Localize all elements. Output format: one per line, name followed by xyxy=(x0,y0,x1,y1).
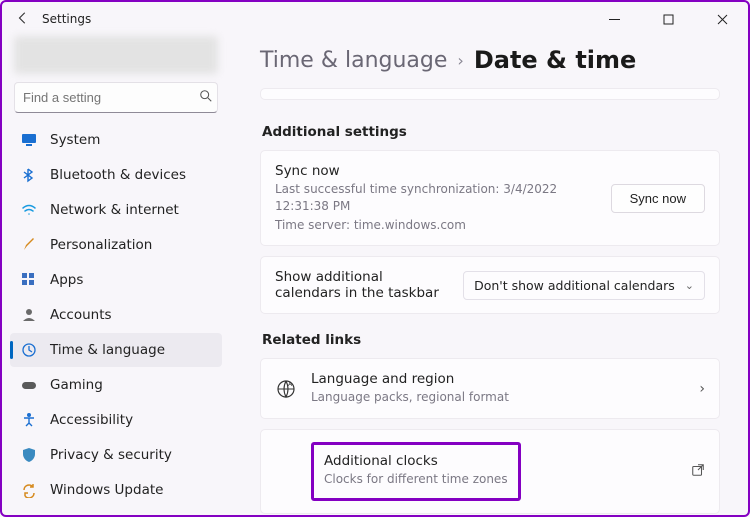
sidebar-item-label: Time & language xyxy=(50,342,165,358)
sidebar-item-label: Accessibility xyxy=(50,412,133,428)
chevron-down-icon: ⌄ xyxy=(685,279,694,292)
link-sub: Language packs, regional format xyxy=(311,389,685,406)
bluetooth-icon xyxy=(20,166,38,184)
chevron-right-icon: › xyxy=(457,51,463,70)
sidebar-item-privacy[interactable]: Privacy & security xyxy=(10,438,222,472)
profile-block[interactable] xyxy=(14,36,218,74)
sync-last-time: Last successful time synchronization: 3/… xyxy=(275,181,597,215)
accounts-icon xyxy=(20,306,38,324)
breadcrumb-current: Date & time xyxy=(474,46,637,74)
sidebar-item-accounts[interactable]: Accounts xyxy=(10,298,222,332)
globe-clock-icon xyxy=(20,341,38,359)
select-value: Don't show additional calendars xyxy=(474,278,675,293)
section-heading-related: Related links xyxy=(262,332,720,348)
additional-calendars-title: Show additional calendars in the taskbar xyxy=(275,269,449,301)
sync-title: Sync now xyxy=(275,163,597,179)
search-icon xyxy=(199,89,213,107)
search-input[interactable] xyxy=(23,90,199,105)
sidebar-item-time-language[interactable]: Time & language xyxy=(10,333,222,367)
sidebar-item-apps[interactable]: Apps xyxy=(10,263,222,297)
sidebar-item-accessibility[interactable]: Accessibility xyxy=(10,403,222,437)
maximize-button[interactable] xyxy=(646,4,690,34)
accessibility-icon xyxy=(20,411,38,429)
paintbrush-icon xyxy=(20,236,38,254)
link-title: Language and region xyxy=(311,371,685,387)
sidebar-item-system[interactable]: System xyxy=(10,123,222,157)
window-title: Settings xyxy=(42,12,91,26)
sidebar: System Bluetooth & devices Network & int… xyxy=(2,36,230,515)
system-icon xyxy=(20,131,38,149)
link-title: Additional clocks xyxy=(324,453,508,469)
chevron-right-icon: › xyxy=(699,381,705,397)
nav-list: System Bluetooth & devices Network & int… xyxy=(10,123,222,507)
collapsed-card[interactable] xyxy=(260,88,720,100)
sync-now-button[interactable]: Sync now xyxy=(611,184,705,213)
additional-clocks-link[interactable]: Additional clocks Clocks for different t… xyxy=(260,429,720,514)
sidebar-item-label: Privacy & security xyxy=(50,447,172,463)
highlight-annotation: Additional clocks Clocks for different t… xyxy=(311,442,521,501)
sidebar-item-network[interactable]: Network & internet xyxy=(10,193,222,227)
sidebar-item-label: Network & internet xyxy=(50,202,179,218)
open-external-icon xyxy=(691,462,705,481)
sidebar-item-label: Accounts xyxy=(50,307,112,323)
minimize-button[interactable] xyxy=(592,4,636,34)
sidebar-item-label: Bluetooth & devices xyxy=(50,167,186,183)
sidebar-item-label: Apps xyxy=(50,272,83,288)
link-sub: Clocks for different time zones xyxy=(324,471,508,488)
sidebar-item-bluetooth[interactable]: Bluetooth & devices xyxy=(10,158,222,192)
sidebar-item-label: Gaming xyxy=(50,377,103,393)
sidebar-item-gaming[interactable]: Gaming xyxy=(10,368,222,402)
gaming-icon xyxy=(20,376,38,394)
sidebar-item-windows-update[interactable]: Windows Update xyxy=(10,473,222,507)
sync-server: Time server: time.windows.com xyxy=(275,217,597,234)
wifi-icon xyxy=(20,201,38,219)
section-heading-additional: Additional settings xyxy=(262,124,720,140)
back-button[interactable] xyxy=(14,10,32,29)
language-icon: A xyxy=(275,378,297,400)
search-box[interactable] xyxy=(14,82,218,113)
apps-icon xyxy=(20,271,38,289)
breadcrumb-parent[interactable]: Time & language xyxy=(260,48,447,73)
sidebar-item-label: Personalization xyxy=(50,237,152,253)
shield-icon xyxy=(20,446,38,464)
close-button[interactable] xyxy=(700,4,744,34)
language-region-link[interactable]: A Language and region Language packs, re… xyxy=(260,358,720,419)
title-bar: Settings xyxy=(2,2,748,36)
additional-calendars-select[interactable]: Don't show additional calendars ⌄ xyxy=(463,271,705,300)
sync-now-card: Sync now Last successful time synchroniz… xyxy=(260,150,720,246)
sidebar-item-label: Windows Update xyxy=(50,482,163,498)
sidebar-item-personalization[interactable]: Personalization xyxy=(10,228,222,262)
sidebar-item-label: System xyxy=(50,132,100,148)
update-icon xyxy=(20,481,38,499)
additional-calendars-card: Show additional calendars in the taskbar… xyxy=(260,256,720,314)
main-content: Time & language › Date & time Additional… xyxy=(230,36,748,515)
breadcrumb: Time & language › Date & time xyxy=(260,46,720,74)
